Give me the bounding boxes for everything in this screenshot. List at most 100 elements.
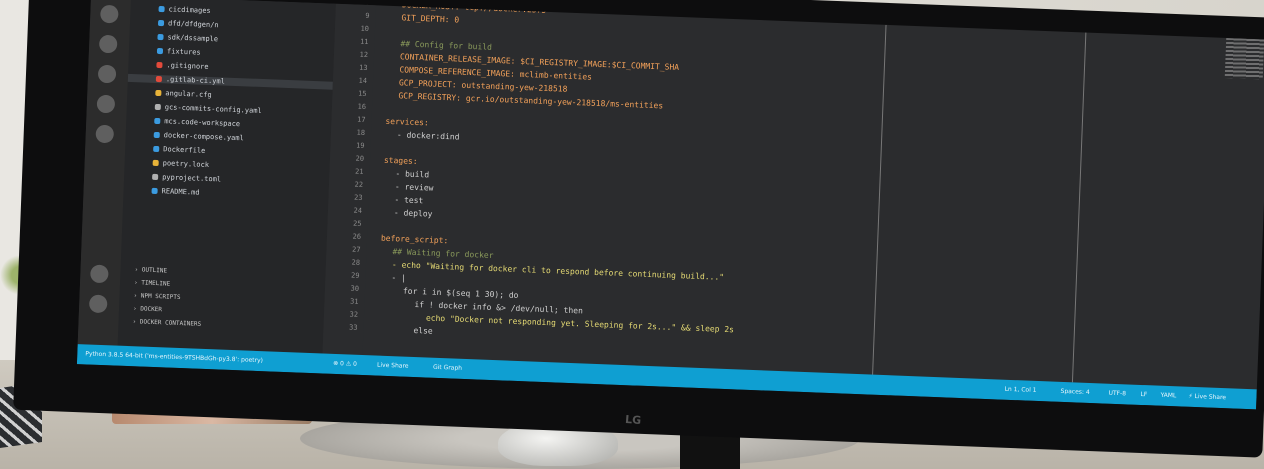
explorer-file-item[interactable]: .gitlab-ci.yml: [127, 73, 333, 90]
source-control-icon[interactable]: [98, 34, 118, 54]
explorer-file-label: dfd/dfdgen/n: [167, 19, 219, 30]
explorer-file-item[interactable]: poetry.lock: [152, 159, 210, 170]
explorer-file-item[interactable]: dfd/dfdgen/n: [157, 19, 219, 30]
explorer-file-label: mcs.code-workspace: [164, 117, 241, 129]
line-number: 33: [348, 323, 358, 332]
line-number: 14: [358, 76, 368, 86]
monitor-logo: LG: [624, 412, 642, 428]
code-editor[interactable]: DOCKER_HOST: tcp://docker:2375 GIT_DEPTH:…: [362, 0, 1264, 389]
explorer-file-label: cicdimages: [168, 5, 211, 15]
code-line: - docker:dind: [396, 130, 460, 142]
status-item[interactable]: ⚡ Live Share: [1188, 393, 1226, 401]
file-type-icon: [153, 131, 160, 139]
sidebar-panel-header[interactable]: › DOCKER CONTAINERS: [132, 318, 201, 328]
sidebar-panel-header[interactable]: › TIMELINE: [134, 279, 170, 287]
status-item[interactable]: Live Share: [377, 362, 409, 370]
explorer-sidebar: cicdimages dfd/dfdgen/n sdk/dssample fixtur…: [117, 0, 336, 354]
sidebar-panel-header[interactable]: › OUTLINE: [134, 266, 167, 274]
explorer-file-label: docker-compose.yaml: [163, 131, 244, 143]
line-number: 15: [357, 89, 367, 99]
line-number: 12: [359, 50, 369, 60]
line-number: 28: [351, 258, 361, 267]
code-line: GCP_REGISTRY: gcr.io/outstanding-yew-218…: [398, 91, 664, 111]
explorer-file-item[interactable]: pyproject.toml: [152, 173, 222, 184]
code-line: - |: [391, 273, 407, 283]
run-debug-icon[interactable]: [97, 64, 117, 84]
explorer-file-item[interactable]: sdk/dssample: [157, 33, 218, 43]
explorer-file-item[interactable]: cicdimages: [158, 5, 211, 15]
sidebar-panel-header[interactable]: › DOCKER: [133, 305, 162, 313]
status-item[interactable]: UTF-8: [1108, 390, 1126, 398]
explorer-file-item[interactable]: .gitignore: [156, 61, 209, 71]
explorer-file-label: pyproject.toml: [161, 173, 222, 184]
explorer-file-item[interactable]: gcs-commits-config.yaml: [154, 103, 262, 115]
line-number: 30: [350, 284, 360, 293]
explorer-icon[interactable]: [100, 4, 119, 24]
file-type-icon: [157, 33, 164, 41]
status-item[interactable]: Ln 1, Col 1: [1004, 386, 1036, 394]
line-number: 23: [353, 193, 363, 202]
line-number: 26: [352, 232, 362, 241]
code-line: before_script:: [380, 233, 449, 246]
ruler-line: [872, 24, 887, 375]
line-number: 21: [354, 167, 364, 176]
file-type-icon: [153, 145, 160, 153]
explorer-file-label: angular.cfg: [165, 89, 212, 100]
line-number: 9: [365, 11, 370, 21]
explorer-file-item[interactable]: fixtures: [156, 47, 201, 57]
code-line: services:: [385, 116, 429, 128]
code-line: for i in $(seq 1 30); do: [402, 286, 519, 300]
explorer-file-item[interactable]: Dockerfile: [153, 145, 205, 155]
status-item[interactable]: Git Graph: [433, 364, 462, 372]
file-type-icon: [156, 47, 164, 55]
file-type-icon: [154, 103, 161, 111]
line-number: 22: [354, 180, 364, 189]
status-item[interactable]: YAML: [1160, 392, 1176, 400]
code-line: stages:: [383, 155, 418, 167]
code-line: - deploy: [393, 208, 433, 219]
line-number: 17: [356, 115, 366, 124]
explorer-file-label: fixtures: [166, 47, 201, 57]
code-line: ## Waiting for docker: [392, 247, 494, 261]
code-line: else: [413, 325, 433, 336]
status-item[interactable]: LF: [1140, 391, 1147, 398]
settings-gear-icon[interactable]: [88, 294, 108, 314]
file-type-icon: [155, 75, 163, 83]
file-type-icon: [154, 117, 161, 125]
file-type-icon: [152, 173, 159, 181]
line-number: 8: [365, 0, 371, 8]
extensions-icon[interactable]: [96, 94, 116, 114]
status-item[interactable]: Python 3.8.5 64-bit ('ms-entities-9TSHBd…: [85, 350, 263, 364]
file-type-icon: [155, 89, 162, 97]
line-number: 20: [355, 154, 365, 163]
line-number: 32: [349, 310, 359, 319]
explorer-file-item[interactable]: mcs.code-workspace: [154, 117, 240, 128]
explorer-file-label: README.md: [161, 187, 200, 197]
line-number: 10: [360, 24, 370, 34]
explorer-file-item[interactable]: angular.cfg: [155, 89, 212, 99]
line-number: 31: [349, 297, 359, 306]
ruler-line: [1071, 32, 1087, 383]
account-icon[interactable]: [90, 264, 109, 284]
minimap[interactable]: [1224, 37, 1264, 80]
line-number: 18: [356, 128, 366, 137]
explorer-file-item[interactable]: docker-compose.yaml: [153, 131, 244, 143]
code-line: - review: [394, 182, 434, 193]
code-line: - test: [394, 195, 424, 206]
status-item[interactable]: ⊗ 0 ⚠ 0: [333, 360, 357, 368]
code-line: ## Config for build: [400, 39, 493, 52]
line-number: 29: [350, 271, 360, 280]
line-number: 16: [357, 102, 367, 111]
code-line: echo "Docker not responding yet. Sleepin…: [425, 313, 735, 335]
sidebar-panel-header[interactable]: › NPM SCRIPTS: [133, 292, 180, 301]
file-type-icon: [156, 61, 163, 69]
monitor: LG cicdimages dfd/dfdgen/n sdk/dssample fix…: [13, 0, 1264, 458]
line-number: 13: [358, 63, 368, 73]
file-type-icon: [158, 5, 165, 13]
explorer-file-item[interactable]: README.md: [151, 187, 200, 197]
code-line: DOCKER_HOST: tcp://docker:2375: [401, 0, 547, 15]
line-number: 27: [351, 245, 361, 254]
status-item[interactable]: Spaces: 4: [1060, 388, 1089, 396]
explorer-file-label: poetry.lock: [162, 159, 210, 170]
remote-icon[interactable]: [95, 124, 115, 144]
